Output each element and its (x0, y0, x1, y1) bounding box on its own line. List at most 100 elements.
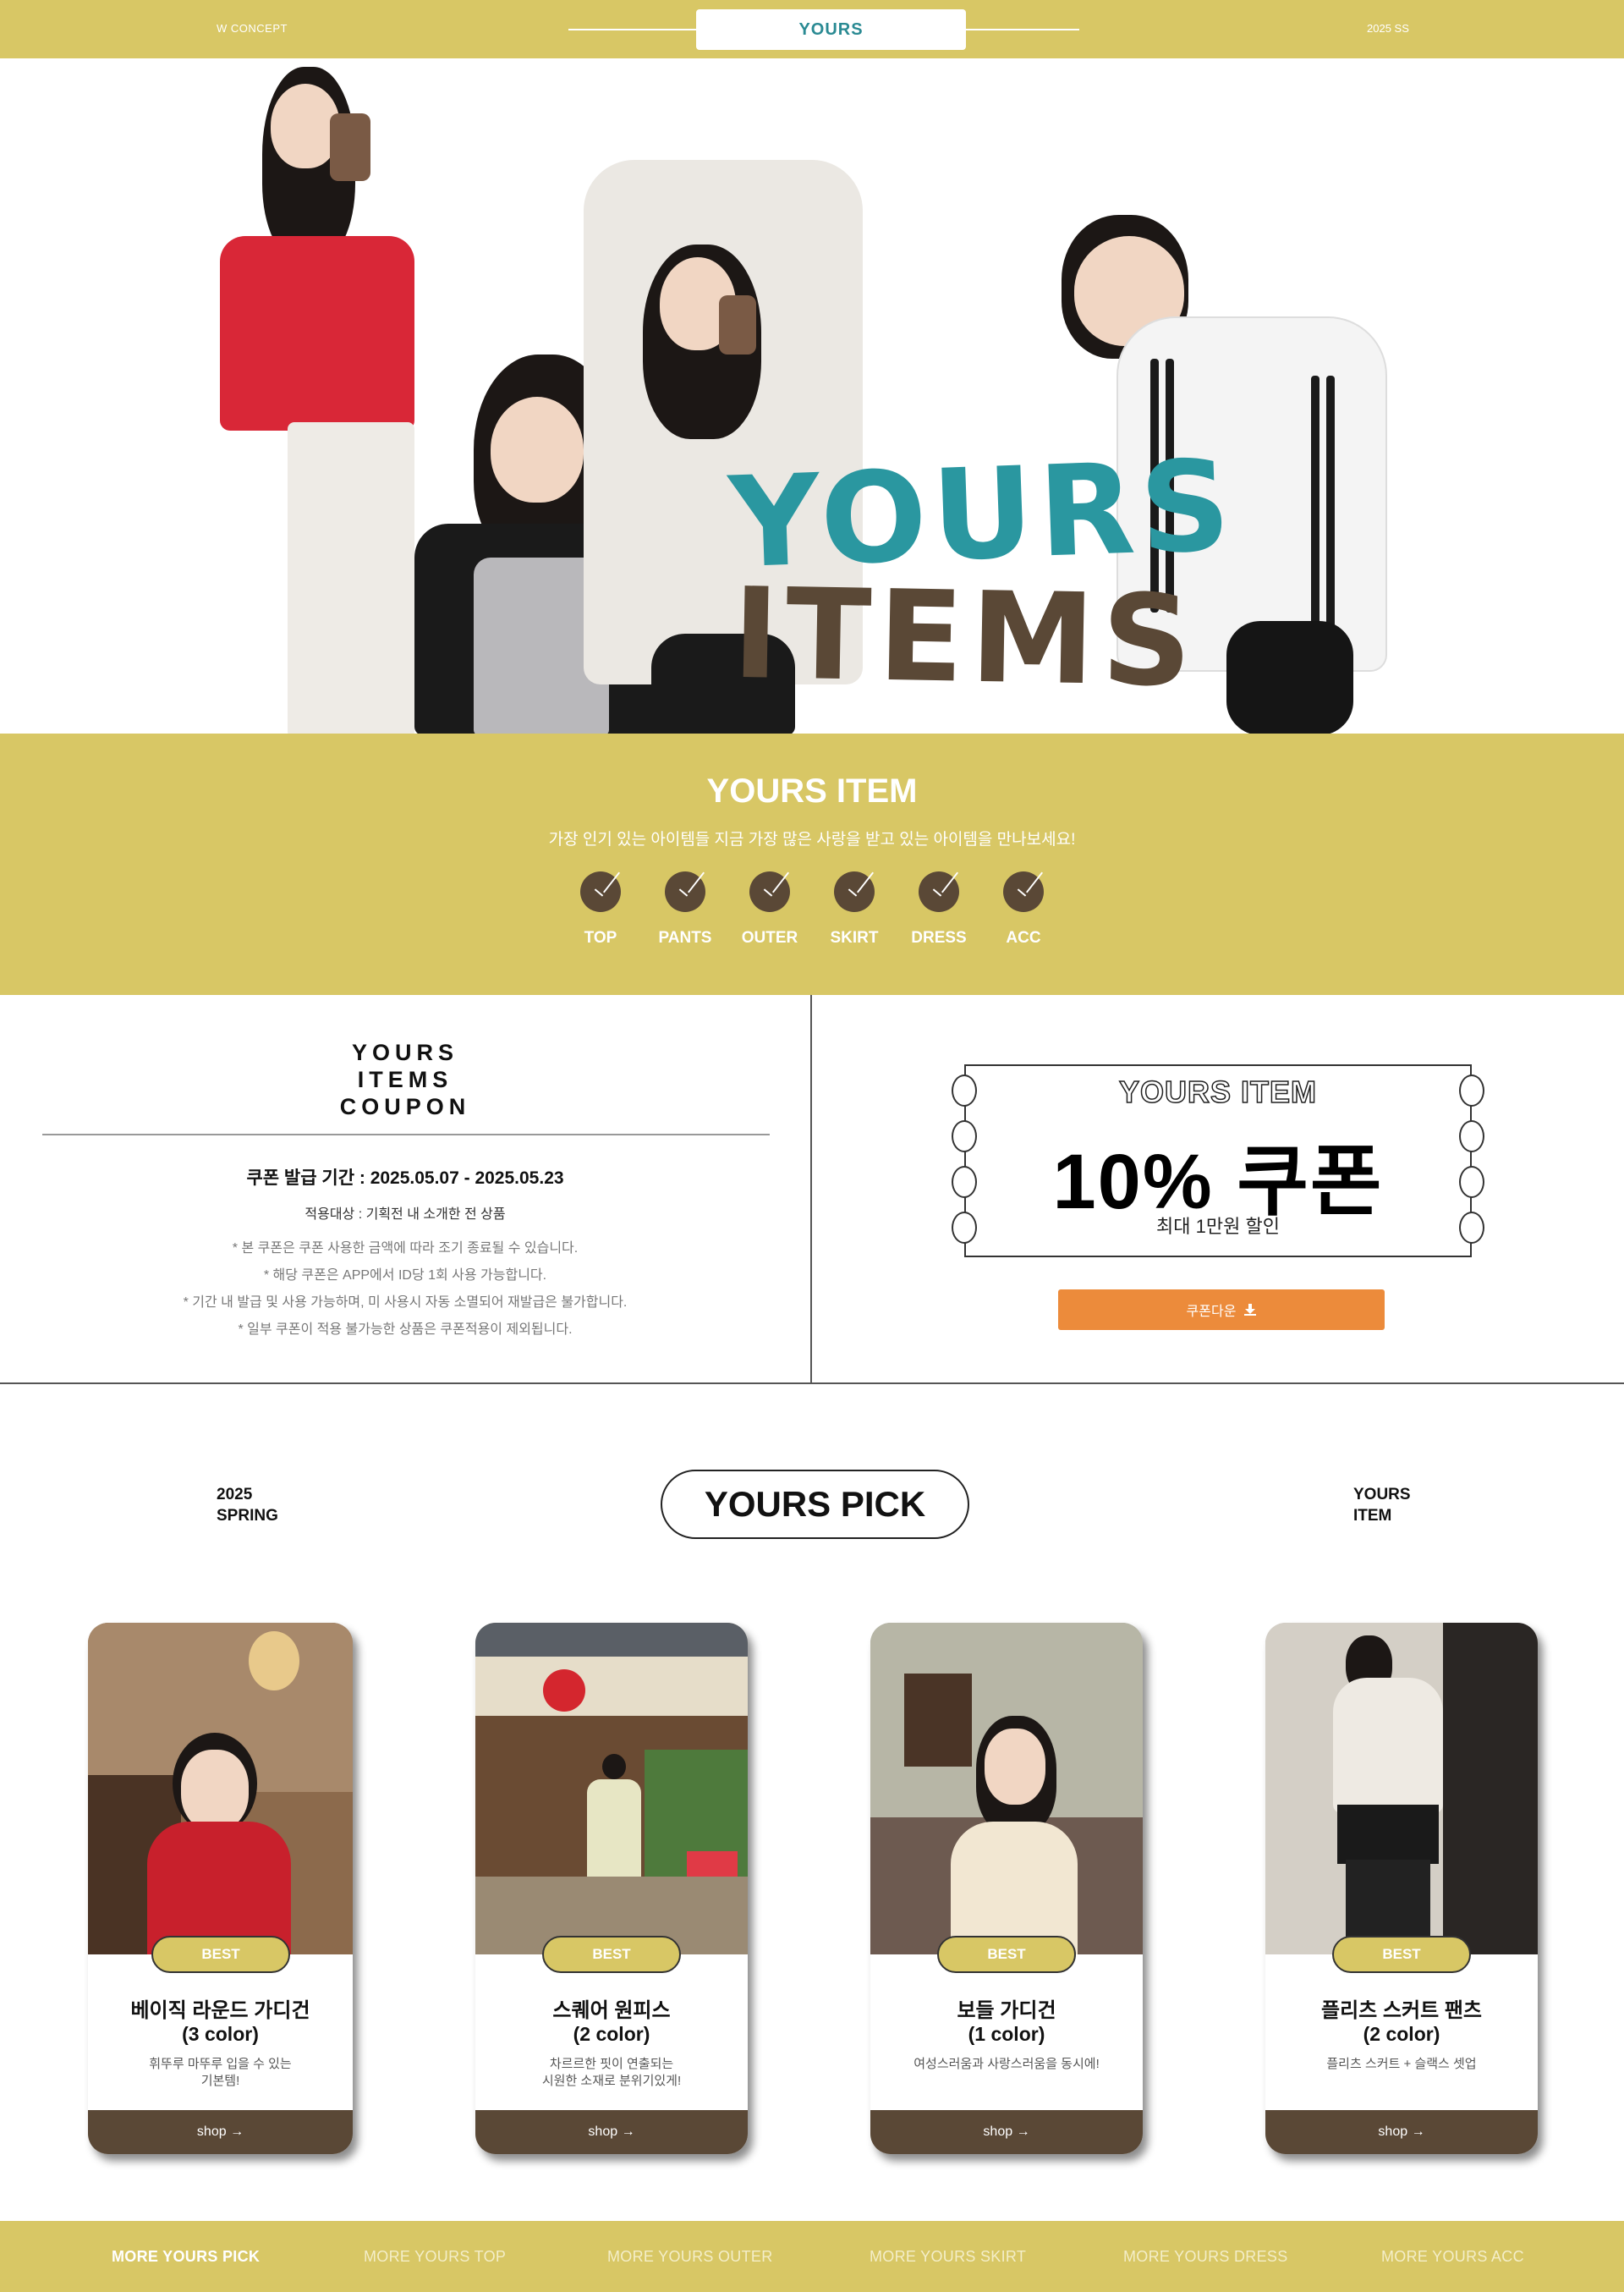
product-name: 베이직 라운드 가디건 (130, 1999, 310, 2022)
product-photo[interactable] (475, 1623, 748, 1954)
coupon-title: YOURS ITEMS COUPON (0, 1039, 810, 1120)
product-card[interactable]: BEST 보들 가디건 (1 color) 여성스러움과 사랑스러움을 동시에!… (870, 1623, 1143, 2154)
shop-button[interactable]: shop → (88, 2110, 353, 2154)
product-description-line: 플리츠 스커트 + 슬랙스 셋업 (1326, 2057, 1477, 2071)
coupon-ticket: YOURS ITEM 10% 쿠폰 최대 1만원 할인 (952, 1064, 1484, 1257)
divider (568, 29, 697, 30)
event-title-pill: YOURS (696, 9, 966, 50)
bottom-nav: MORE YOURS PICK MORE YOURS TOP MORE YOUR… (0, 2221, 1624, 2292)
check-circle-icon (665, 871, 705, 912)
product-card[interactable]: BEST 스퀘어 원피스 (2 color) 차르르한 핏이 연출되는 시원한 … (475, 1623, 748, 2154)
product-name: 보들 가디건 (957, 1999, 1056, 2022)
product-description-line: 시원한 소재로 분위기있게! (541, 2074, 682, 2088)
coupon-section: YOURS ITEMS COUPON 쿠폰 발급 기간 : 2025.05.07… (0, 995, 1624, 1384)
coupon-info: YOURS ITEMS COUPON 쿠폰 발급 기간 : 2025.05.07… (0, 995, 810, 1384)
pick-tag-line: YOURS (1353, 1486, 1411, 1503)
pick-season-line: SPRING (217, 1507, 278, 1525)
shop-button[interactable]: shop → (475, 2110, 748, 2154)
coupon-title-line: ITEMS (357, 1067, 453, 1092)
product-color-count: (3 color) (182, 2023, 259, 2045)
divider (42, 1134, 770, 1135)
coupon-note: * 일부 쿠폰이 적용 불가능한 상품은 쿠폰적용이 제외됩니다. (238, 1322, 573, 1337)
product-description-line: 차르르한 핏이 연출되는 (549, 2057, 674, 2071)
best-badge: BEST (542, 1936, 681, 1973)
product-photo[interactable] (870, 1623, 1143, 1954)
product-card[interactable]: BEST 플리츠 스커트 팬츠 (2 color) 플리츠 스커트 + 슬랙스 … (1265, 1623, 1538, 2154)
coupon-download-label: 쿠폰다운 (1186, 1305, 1237, 1319)
category-label: TOP (584, 929, 617, 947)
coupon-title-line: YOURS (351, 1040, 459, 1065)
nav-more-outer[interactable]: MORE YOURS OUTER (607, 2248, 773, 2266)
category-item-top[interactable]: TOP (558, 871, 643, 948)
coupon-title-line: COUPON (339, 1094, 471, 1119)
best-badge: BEST (151, 1936, 290, 1973)
best-badge: BEST (1332, 1936, 1471, 1973)
category-label: OUTER (741, 929, 798, 947)
top-bar: W CONCEPT YOURS 2025 SS (0, 0, 1624, 58)
product-description-line: 여성스러움과 사랑스러움을 동시에! (914, 2057, 1100, 2071)
ticket-sub: 최대 1만원 할인 (1156, 1216, 1280, 1237)
divider (964, 29, 1079, 30)
hero-title-line2: ITEMS (731, 560, 1200, 715)
product-color-count: (2 color) (1363, 2023, 1440, 2045)
category-item-outer[interactable]: OUTER (727, 871, 812, 948)
check-circle-icon (834, 871, 875, 912)
product-description: 플리츠 스커트 + 슬랙스 셋업 (1265, 2056, 1538, 2073)
product-description-line: 휘뚜루 마뚜루 입을 수 있는 (149, 2057, 292, 2071)
hero-title: YOURS ITEMS (727, 433, 1237, 715)
product-description: 여성스러움과 사랑스러움을 동시에! (870, 2056, 1143, 2073)
hero-banner: YOURS ITEMS (0, 58, 1624, 734)
coupon-ticket-area: YOURS ITEM 10% 쿠폰 최대 1만원 할인 쿠폰다운 (812, 995, 1624, 1384)
coupon-download-button[interactable]: 쿠폰다운 (1058, 1289, 1385, 1330)
check-circle-icon (919, 871, 959, 912)
pick-season-line: 2025 (217, 1486, 253, 1503)
category-item-pants[interactable]: PANTS (643, 871, 727, 948)
shop-button[interactable]: shop → (870, 2110, 1143, 2154)
best-badge: BEST (937, 1936, 1076, 1973)
category-label: ACC (1006, 929, 1041, 947)
product-description: 휘뚜루 마뚜루 입을 수 있는 기본템! (88, 2056, 353, 2090)
check-circle-icon (580, 871, 621, 912)
check-circle-icon (1003, 871, 1044, 912)
coupon-target: 적용대상 : 기획전 내 소개한 전 상품 (304, 1207, 506, 1222)
season-label: 2025 SS (1367, 22, 1409, 35)
product-card[interactable]: BEST 베이직 라운드 가디건 (3 color) 휘뚜루 마뚜루 입을 수 … (88, 1623, 353, 2154)
download-icon (1244, 1304, 1257, 1316)
pick-header: 2025 SPRING YOURS PICK YOURS ITEM (0, 1384, 1624, 1553)
coupon-period: 쿠폰 발급 기간 : 2025.05.07 - 2025.05.23 (246, 1168, 564, 1188)
coupon-note: * 해당 쿠폰은 APP에서 ID당 1회 사용 가능합니다. (263, 1268, 547, 1283)
category-item-dress[interactable]: DRESS (897, 871, 981, 948)
nav-more-skirt[interactable]: MORE YOURS SKIRT (870, 2248, 1026, 2266)
product-description-line: 기본템! (200, 2074, 240, 2088)
product-photo[interactable] (1265, 1623, 1538, 1954)
pick-title: YOURS PICK (661, 1470, 969, 1539)
ticket-header: YOURS ITEM (1118, 1074, 1317, 1110)
pick-season: 2025 SPRING (217, 1484, 278, 1526)
section-title: YOURS ITEM (706, 772, 918, 810)
section-subtitle: 가장 인기 있는 아이템들 지금 가장 많은 사랑을 받고 있는 아이템을 만나… (548, 831, 1076, 849)
nav-more-pick[interactable]: MORE YOURS PICK (112, 2248, 260, 2266)
category-nav: TOP PANTS OUTER SKIRT DRESS ACC (0, 871, 1624, 965)
nav-more-dress[interactable]: MORE YOURS DRESS (1123, 2248, 1288, 2266)
pick-tag-line: ITEM (1353, 1507, 1392, 1525)
product-color-count: (2 color) (573, 2023, 650, 2045)
coupon-note: * 기간 내 발급 및 사용 가능하며, 미 사용시 자동 소멸되어 재발급은 … (183, 1295, 628, 1310)
category-label: SKIRT (830, 929, 879, 947)
brand-label[interactable]: W CONCEPT (217, 22, 288, 35)
product-photo[interactable] (88, 1623, 353, 1954)
pick-tag: YOURS ITEM (1353, 1484, 1411, 1526)
product-name: 스퀘어 원피스 (552, 1999, 671, 2022)
category-section: YOURS ITEM 가장 인기 있는 아이템들 지금 가장 많은 사랑을 받고… (0, 734, 1624, 995)
nav-more-top[interactable]: MORE YOURS TOP (364, 2248, 506, 2266)
shop-button[interactable]: shop → (1265, 2110, 1538, 2154)
nav-more-acc[interactable]: MORE YOURS ACC (1381, 2248, 1524, 2266)
category-label: PANTS (658, 929, 712, 947)
coupon-notes: * 본 쿠폰은 쿠폰 사용한 금액에 따라 조기 종료될 수 있습니다. * 해… (0, 1235, 810, 1344)
coupon-note: * 본 쿠폰은 쿠폰 사용한 금액에 따라 조기 종료될 수 있습니다. (232, 1241, 579, 1256)
category-label: DRESS (911, 929, 967, 947)
check-circle-icon (749, 871, 790, 912)
product-name: 플리츠 스커트 팬츠 (1321, 1999, 1482, 2022)
product-description: 차르르한 핏이 연출되는 시원한 소재로 분위기있게! (475, 2056, 748, 2090)
category-item-acc[interactable]: ACC (981, 871, 1066, 948)
category-item-skirt[interactable]: SKIRT (812, 871, 897, 948)
